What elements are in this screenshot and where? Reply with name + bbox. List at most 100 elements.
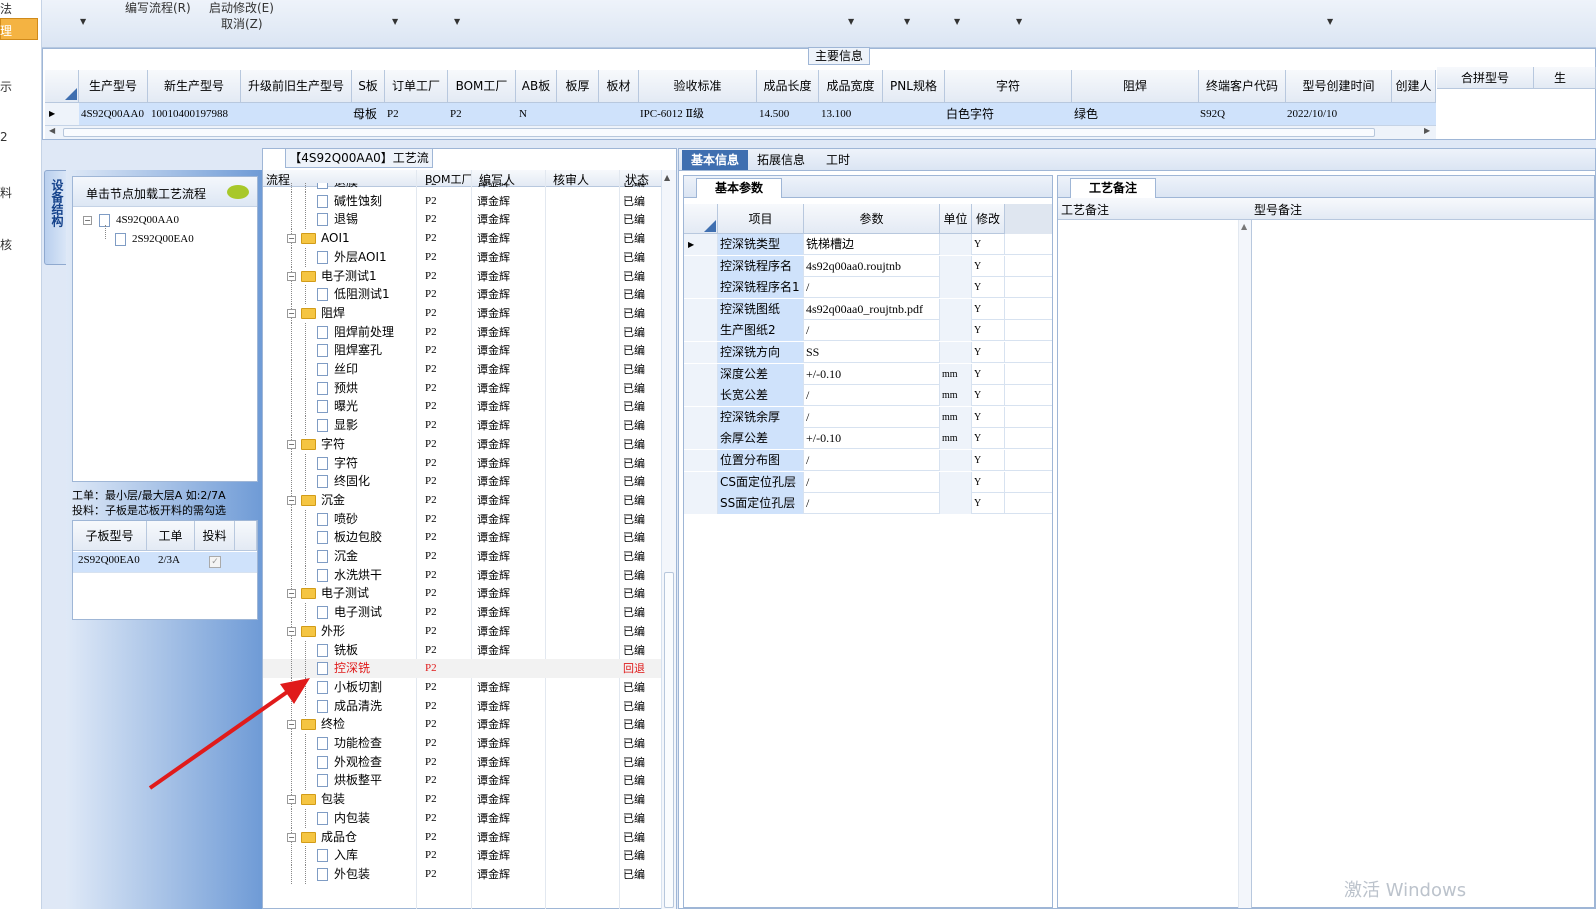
col-header[interactable]: 阻焊 <box>1072 70 1199 103</box>
param-row[interactable]: 生产图纸2/ Y <box>684 320 1052 342</box>
col-header[interactable]: 单位 <box>940 204 972 234</box>
flow-row[interactable]: 成品清洗 P2 谭金辉 已编 <box>263 696 661 716</box>
collapse-icon[interactable]: − <box>287 308 296 318</box>
col-header[interactable]: BOM工厂 <box>448 70 516 103</box>
vertical-scrollbar[interactable]: ▲ <box>1238 220 1251 908</box>
chevron-down-icon[interactable]: ▼ <box>1327 17 1333 26</box>
cell-param[interactable]: / <box>804 385 940 407</box>
col-header[interactable]: 字符 <box>945 70 1072 103</box>
flow-row[interactable]: 碱性蚀刻 P2 谭金辉 已编 <box>263 191 661 211</box>
scrollbar-thumb[interactable] <box>63 128 1375 137</box>
flow-row[interactable]: 板边包胶 P2 谭金辉 已编 <box>263 528 661 548</box>
vertical-scrollbar[interactable]: ▲ <box>661 170 676 909</box>
col-header[interactable]: 生产型号 <box>79 70 148 103</box>
flow-row[interactable]: − 字符 P2 谭金辉 已编 <box>263 434 661 454</box>
tree-node[interactable]: 4S92Q00AA0 <box>99 211 179 230</box>
flow-row[interactable]: 退锡 P2 谭金辉 已编 <box>263 210 661 230</box>
splitter[interactable] <box>42 140 1596 148</box>
flow-row[interactable]: 阻焊前处理 P2 谭金辉 已编 <box>263 322 661 342</box>
model-remark-textarea[interactable] <box>1253 220 1593 908</box>
collapse-icon[interactable]: − <box>287 589 296 599</box>
scroll-up-icon[interactable]: ▲ <box>1241 222 1251 231</box>
col-header[interactable]: AB板 <box>516 70 557 103</box>
grid-corner[interactable] <box>684 204 718 234</box>
scroll-left-icon[interactable]: ◀ <box>49 126 55 135</box>
cell-param[interactable]: 4s92q00aa0.roujtnb <box>804 255 940 277</box>
cell-param[interactable]: 4s92q00aa0_roujtnb.pdf <box>804 298 940 320</box>
flow-row[interactable]: 外包装 P2 谭金辉 已编 <box>263 864 661 884</box>
horizontal-scrollbar[interactable]: ◀ ▶ <box>45 125 1436 139</box>
col-header[interactable]: 成品长度 <box>757 70 819 103</box>
col-header[interactable]: PNL规格 <box>883 70 945 103</box>
chevron-down-icon[interactable]: ▼ <box>392 17 398 26</box>
edit-flow-button[interactable]: 编写流程(R) <box>125 0 191 16</box>
param-row[interactable]: 控深铣程序名 4s92q00aa0.roujtnb Y <box>684 255 1052 277</box>
param-row[interactable]: CS面定位孔层 / Y <box>684 471 1052 493</box>
flow-row[interactable]: 终固化 P2 谭金辉 已编 <box>263 472 661 492</box>
flow-row[interactable]: 功能检查 P2 谭金辉 已编 <box>263 734 661 753</box>
cell-param[interactable]: / <box>804 450 940 471</box>
col-header[interactable]: 订单工厂 <box>385 70 448 103</box>
collapse-icon[interactable]: − <box>287 626 296 636</box>
collapse-icon[interactable]: − <box>287 234 296 244</box>
flow-row[interactable]: 水洗烘干 P2 谭金辉 已编 <box>263 565 661 585</box>
left-menu-item[interactable]: 法 <box>0 0 12 17</box>
col-header[interactable]: S板 <box>352 70 385 103</box>
col-header[interactable]: 投料 <box>195 521 235 551</box>
left-menu-item[interactable]: 2 <box>0 130 8 144</box>
collapse-icon[interactable]: − <box>83 216 92 225</box>
param-row[interactable]: 余厚公差 +/-0.10 mm Y <box>684 428 1052 450</box>
param-row[interactable]: 位置分布图 / Y <box>684 450 1052 471</box>
flow-row[interactable]: 退膜 P2 谭金辉 已编 <box>263 183 661 192</box>
tab-extended-info[interactable]: 拓展信息 <box>749 150 813 170</box>
table-row[interactable]: 2S92Q00EA0 2/3A ✓ <box>73 552 257 573</box>
chevron-down-icon[interactable]: ▼ <box>954 17 960 26</box>
cell-param[interactable]: / <box>804 277 940 299</box>
chevron-down-icon[interactable]: ▼ <box>904 17 910 26</box>
col-header[interactable]: 新生产型号 <box>148 70 241 103</box>
flow-row[interactable]: 外观检查 P2 谭金辉 已编 <box>263 752 661 772</box>
col-header[interactable]: 终端客户代码 <box>1199 70 1286 103</box>
start-modify-button[interactable]: 启动修改(E) <box>209 0 274 16</box>
tree-node[interactable]: 2S92Q00EA0 <box>115 230 194 249</box>
flow-row[interactable]: − 电子测试 P2 谭金辉 已编 <box>263 584 661 604</box>
col-header[interactable]: 参数 <box>804 204 940 234</box>
param-row[interactable]: 控深铣余厚 / mm Y <box>684 406 1052 428</box>
flow-row[interactable]: 入库 P2 谭金辉 已编 <box>263 846 661 866</box>
speech-bubble-icon[interactable] <box>227 185 249 199</box>
col-header[interactable]: 项目 <box>718 204 804 234</box>
cell-param[interactable]: / <box>804 320 940 342</box>
col-header[interactable]: 合拼型号 <box>1437 67 1534 89</box>
cell-param[interactable]: / <box>804 471 940 493</box>
flow-row[interactable]: 喷砂 P2 谭金辉 已编 <box>263 509 661 529</box>
tab-work-hours[interactable]: 工时 <box>813 150 863 170</box>
col-header[interactable]: 型号创建时间 <box>1286 70 1392 103</box>
flow-row[interactable]: 丝印 P2 谭金辉 已编 <box>263 360 661 379</box>
collapse-icon[interactable]: − <box>287 439 296 449</box>
flow-row[interactable]: 低阻测试1 P2 谭金辉 已编 <box>263 285 661 305</box>
col-header[interactable]: 创建人 <box>1392 70 1436 103</box>
flow-row[interactable]: 阻焊塞孔 P2 谭金辉 已编 <box>263 341 661 361</box>
flow-row[interactable]: 铣板 P2 谭金辉 已编 <box>263 640 661 660</box>
flow-row[interactable]: − 包装 P2 谭金辉 已编 <box>263 790 661 810</box>
col-header[interactable]: 成品宽度 <box>819 70 883 103</box>
collapse-icon[interactable]: − <box>287 271 296 281</box>
flow-row[interactable]: 外层AOI1 P2 谭金辉 已编 <box>263 247 661 267</box>
left-menu-item[interactable]: 理 <box>0 22 12 39</box>
col-header[interactable]: 验收标准 <box>639 70 757 103</box>
flow-row[interactable]: − 沉金 P2 谭金辉 已编 <box>263 490 661 510</box>
flow-row[interactable]: − 终检 P2 谭金辉 已编 <box>263 715 661 735</box>
node-checkbox-icon[interactable] <box>115 232 126 246</box>
param-row[interactable]: 长宽公差 / mm Y <box>684 385 1052 407</box>
left-menu-item[interactable]: 示 <box>0 78 12 95</box>
cell-param[interactable]: SS <box>804 342 940 363</box>
flow-row[interactable]: − 电子测试1 P2 谭金辉 已编 <box>263 266 661 286</box>
col-header[interactable]: 子板型号 <box>73 521 147 551</box>
feed-checkbox[interactable]: ✓ <box>209 556 221 568</box>
chevron-down-icon[interactable]: ▼ <box>1016 17 1022 26</box>
col-header[interactable]: 升级前旧生产型号 <box>241 70 352 103</box>
grid-corner[interactable] <box>45 70 79 103</box>
chevron-down-icon[interactable]: ▼ <box>80 17 86 26</box>
flow-row[interactable]: 字符 P2 谭金辉 已编 <box>263 453 661 473</box>
flow-row[interactable]: 显影 P2 谭金辉 已编 <box>263 416 661 436</box>
